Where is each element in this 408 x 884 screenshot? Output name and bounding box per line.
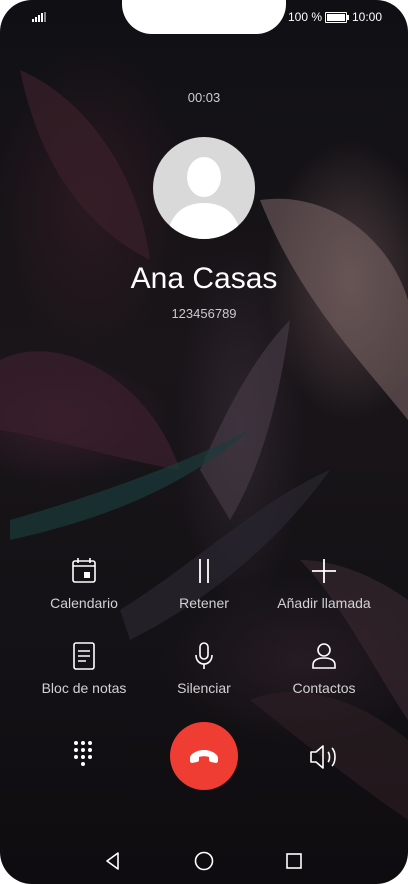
calendar-icon [72,558,96,583]
call-controls [0,720,408,790]
navigation-bar [0,840,408,884]
plus-icon [312,559,336,583]
contacts-label: Contactos [292,680,356,696]
notepad-icon [73,642,95,670]
end-call-button[interactable] [170,722,238,790]
notepad-button[interactable]: Bloc de notas [19,641,149,696]
person-silhouette-icon [167,157,241,239]
back-triangle-icon [106,852,119,870]
battery-percentage: 100 % [288,10,323,24]
recents-square-icon [286,853,302,869]
microphone-icon [195,642,213,669]
notepad-label: Bloc de notas [41,680,127,696]
calendar-button[interactable]: Calendario [19,556,149,611]
recents-button[interactable] [283,850,305,872]
back-button[interactable] [102,850,124,872]
contact-icon [312,643,336,669]
caller-name: Ana Casas [130,262,278,295]
add-call-label: Añadir llamada [277,595,371,611]
contacts-button[interactable]: Contactos [259,641,389,696]
calendar-label: Calendario [50,595,118,611]
phone-hangup-icon [190,750,218,763]
pause-icon [199,559,209,583]
call-timer: 00:03 [187,90,221,105]
signal-icon [32,11,46,25]
dialpad-icon [74,741,92,766]
speaker-button[interactable] [307,740,341,774]
home-button[interactable] [193,850,215,872]
caller-avatar [153,137,255,239]
dialpad-button[interactable] [66,738,100,772]
status-clock: 10:00 [352,10,383,24]
mute-label: Silenciar [177,680,231,696]
speaker-icon [310,745,336,769]
battery-icon [325,12,349,23]
add-call-button[interactable]: Añadir llamada [259,556,389,611]
hold-label: Retener [179,595,229,611]
status-bar: 100 % 10:00 [0,0,408,34]
phone-screen: 100 % 10:00 00:03 Ana Casas 123456789 Ca… [0,0,408,884]
mute-button[interactable]: Silenciar [139,641,269,696]
home-circle-icon [194,851,214,871]
caller-number: 123456789 [171,306,237,321]
hold-button[interactable]: Retener [139,556,269,611]
